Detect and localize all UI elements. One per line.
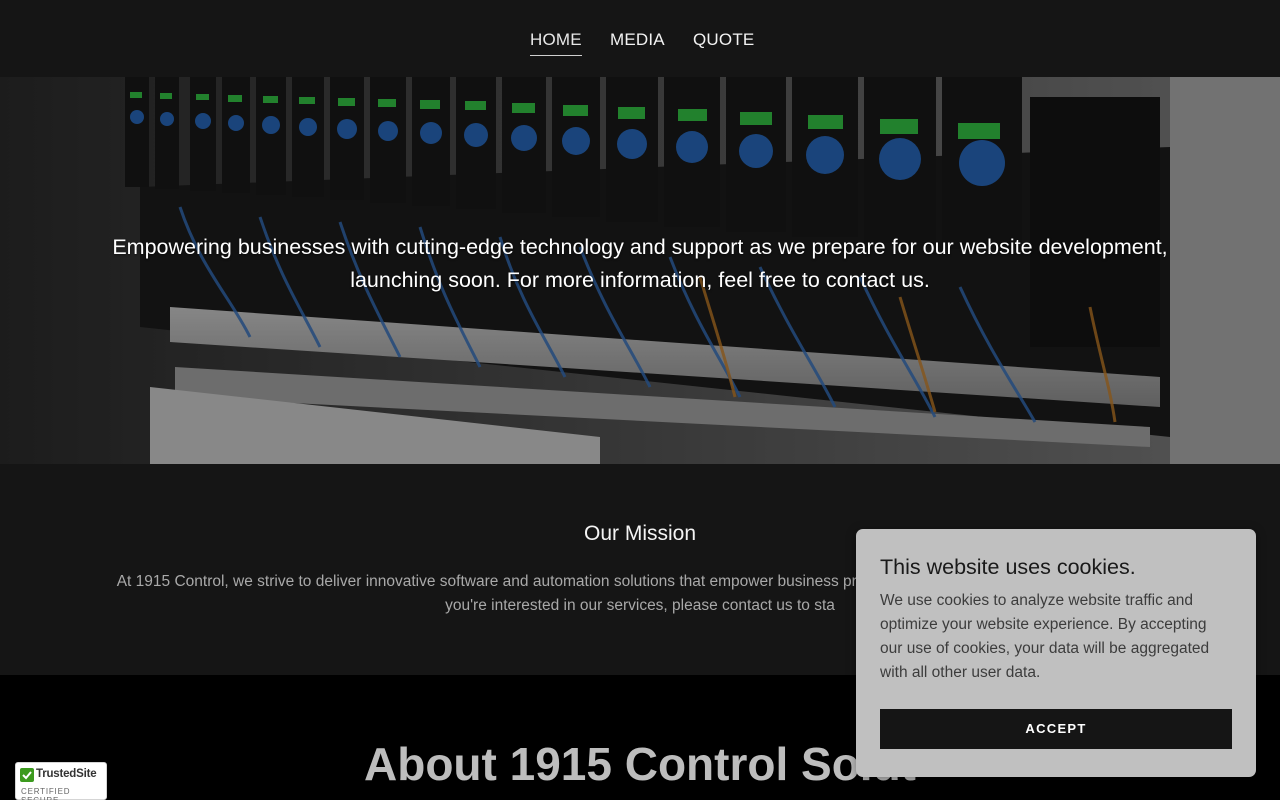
nav-quote-link[interactable]: QUOTE [693,30,754,50]
cookie-banner: This website uses cookies. We use cookie… [856,529,1256,777]
top-navigation: HOME MEDIA QUOTE [0,0,1280,77]
trustedsite-badge[interactable]: TrustedSite CERTIFIED SECURE [15,762,107,800]
badge-subtitle: CERTIFIED SECURE [21,787,71,800]
hero-section: Empowering businesses with cutting-edge … [0,77,1280,464]
active-nav-underline [530,55,582,56]
nav-home-label: HOME [530,30,582,49]
badge-name: TrustedSite [36,768,97,780]
cookie-banner-text: We use cookies to analyze website traffi… [880,592,1210,681]
cookie-banner-title: This website uses cookies. [880,555,1136,579]
nav-quote-label: QUOTE [693,30,755,49]
nav-media-label: MEDIA [610,30,665,49]
hero-tagline: Empowering businesses with cutting-edge … [112,235,1168,292]
checkmark-icon [20,768,34,782]
nav-home-link[interactable]: HOME [530,30,582,56]
accept-cookies-button[interactable]: ACCEPT [880,709,1232,749]
nav-media-link[interactable]: MEDIA [610,30,665,50]
